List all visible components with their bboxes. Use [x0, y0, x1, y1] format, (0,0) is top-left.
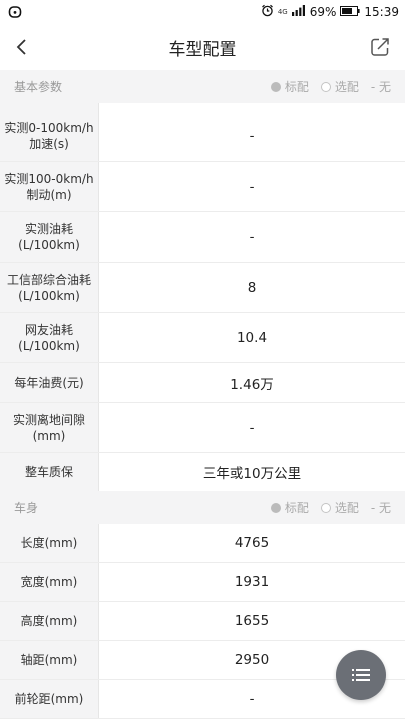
legend: 标配 选配 - 无 — [259, 78, 391, 95]
row-value: 1655 — [234, 613, 270, 629]
table-row: 整车质保 三年或10万公里 — [0, 453, 405, 492]
row-value: 1931 — [234, 574, 270, 590]
table-row: 实测0-100km/h加速(s) - — [0, 111, 405, 162]
legend-none-label: - 无 — [370, 80, 391, 94]
row-value: 三年或10万公里 — [202, 466, 302, 482]
row-value: - — [249, 419, 255, 436]
table-row: 宽度(mm) 1931 — [0, 563, 405, 602]
legend-none-label: - 无 — [370, 501, 391, 515]
table-row: 每年油费(元) 1.46万 — [0, 363, 405, 403]
row-label: 网友油耗(L/100km) — [0, 313, 99, 362]
table-row: 高度(mm) 1655 — [0, 602, 405, 641]
battery-percent: 69% — [309, 5, 337, 19]
empty-circle-icon — [320, 502, 331, 513]
row-value: 8 — [247, 279, 257, 296]
section-divider — [0, 103, 405, 111]
share-button[interactable] — [365, 32, 395, 62]
legend-optional: 选配 — [320, 78, 359, 95]
row-label: 实测100-0km/h制动(m) — [0, 162, 99, 211]
empty-circle-icon — [320, 81, 331, 92]
share-icon — [371, 38, 389, 56]
legend-none: - 无 — [371, 499, 391, 516]
legend-standard-label: 标配 — [284, 80, 309, 94]
row-label: 轴距(mm) — [0, 641, 99, 679]
row-label: 实测油耗(L/100km) — [0, 212, 99, 262]
row-value: - — [249, 178, 255, 195]
legend-standard: 标配 — [270, 78, 309, 95]
network-type-label: 4G — [277, 8, 288, 16]
basic-params-table: 实测0-100km/h加速(s) - 实测100-0km/h制动(m) - 实测… — [0, 111, 405, 492]
table-row: 实测离地间隙(mm) - — [0, 403, 405, 453]
row-label: 前轮距(mm) — [0, 680, 99, 718]
legend-standard: 标配 — [270, 499, 309, 516]
legend-none: - 无 — [371, 78, 391, 95]
row-value: - — [249, 229, 255, 245]
back-button[interactable] — [6, 31, 38, 63]
filled-circle-icon — [270, 81, 281, 92]
alarm-icon — [261, 4, 274, 20]
notification-icon — [8, 0, 28, 24]
table-row: 长度(mm) 4765 — [0, 524, 405, 563]
row-label: 高度(mm) — [0, 602, 99, 640]
clock-time: 15:39 — [364, 5, 399, 19]
section-header-basic: 基本参数 标配 选配 - 无 — [0, 70, 405, 103]
legend-optional: 选配 — [320, 499, 359, 516]
row-value: 1.46万 — [230, 376, 274, 393]
legend-standard-label: 标配 — [284, 501, 309, 515]
legend-optional-label: 选配 — [334, 501, 359, 515]
row-label: 长度(mm) — [0, 524, 99, 562]
row-value: - — [249, 128, 255, 144]
row-label: 宽度(mm) — [0, 563, 99, 601]
section-title: 基本参数 — [14, 80, 63, 94]
table-row: 网友油耗(L/100km) 10.4 — [0, 313, 405, 363]
navigation-bar: 车型配置 — [0, 24, 405, 70]
legend-optional-label: 选配 — [334, 80, 359, 94]
section-title: 车身 — [14, 501, 39, 515]
menu-fab-button[interactable] — [336, 650, 386, 700]
battery-icon — [340, 5, 361, 19]
table-row: 实测油耗(L/100km) - — [0, 212, 405, 263]
signal-icon — [291, 5, 306, 19]
status-bar: 4G 69% 15:39 — [0, 0, 405, 24]
filled-circle-icon — [270, 502, 281, 513]
row-label: 每年油费(元) — [0, 363, 99, 402]
table-row: 工信部综合油耗(L/100km) 8 — [0, 263, 405, 313]
row-label: 实测离地间隙(mm) — [0, 403, 99, 452]
row-value: 4765 — [234, 535, 270, 551]
page-title: 车型配置 — [168, 39, 237, 60]
table-row: 实测100-0km/h制动(m) - — [0, 162, 405, 212]
row-value: 10.4 — [236, 329, 268, 346]
row-label: 整车质保 — [0, 453, 99, 491]
chevron-left-icon — [16, 39, 26, 55]
section-header-body: 车身 标配 选配 - 无 — [0, 491, 405, 524]
list-menu-icon — [352, 669, 370, 681]
legend: 标配 选配 - 无 — [259, 499, 391, 516]
row-label: 工信部综合油耗(L/100km) — [0, 263, 99, 312]
row-label: 实测0-100km/h加速(s) — [0, 111, 99, 161]
